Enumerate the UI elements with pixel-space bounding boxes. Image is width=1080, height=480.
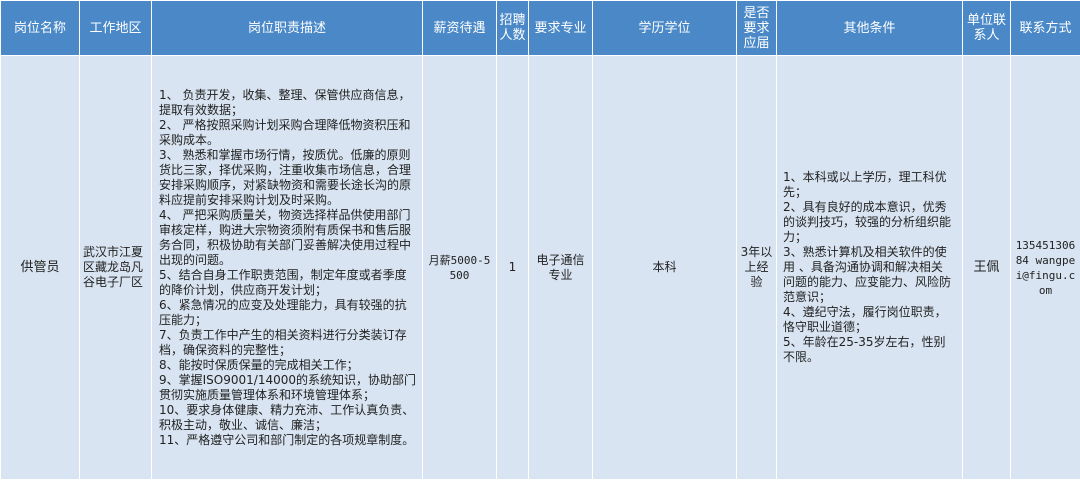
header-other: 其他条件	[776, 0, 963, 56]
header-education: 学历学位	[592, 0, 737, 56]
duty-item: 11、严格遵守公司和部门制定的各项规章制度。	[159, 432, 415, 447]
table-row: 供管员 武汉市江夏区藏龙岛凡谷电子厂区 1、 负责开发，收集、整理、保管供应商信…	[0, 55, 1080, 480]
header-major: 要求专业	[528, 0, 593, 56]
duty-item: 7、负责工作中产生的相关资料进行分类装订存档，确保资料的完整性；	[159, 327, 407, 357]
header-headcount: 招聘 人数	[496, 0, 529, 56]
header-contact-method: 联系方式	[1010, 0, 1080, 56]
condition-item: 3、熟悉计算机及相关软件的使用 、具备沟通协调和解决相关问题的能力、应变能力、风…	[783, 245, 952, 304]
job-table: 岗位名称 工作地区 岗位职责描述 薪资待遇 招聘 人数 要求专业 学历学位 是否…	[0, 0, 1080, 480]
major-cell: 电子通信专业	[528, 55, 593, 480]
salary-cell: 月薪5000-5500	[422, 55, 497, 480]
condition-item: 4、遵纪守法，履行岗位职责，恪守职业道德；	[783, 305, 947, 334]
contact-cell: 王佩	[962, 55, 1011, 480]
condition-item: 2、具有良好的成本意识，优秀的谈判技巧，较强的分析组织能力；	[783, 200, 952, 244]
duties-cell: 1、 负责开发，收集、整理、保管供应商信息，提取有效数据； 2、 严格按照采购计…	[151, 55, 423, 480]
duty-item: 5、结合自身工作职责范围，制定年度或者季度的降价计划，供应商开发计划；	[159, 267, 407, 297]
contact-method-cell: 13545130684 wangpei@fingu.com	[1010, 55, 1080, 480]
duty-item: 4、 严把采购质量关，物资选择样品供使用部门审核定样，购进大宗物资须附有质保书和…	[159, 207, 412, 267]
header-duties: 岗位职责描述	[151, 0, 423, 56]
header-contact: 单位联 系人	[962, 0, 1011, 56]
header-position: 岗位名称	[0, 0, 80, 56]
header-location: 工作地区	[79, 0, 152, 56]
duty-item: 6、紧急情况的应变及处理能力，具有较强的抗压能力；	[159, 297, 407, 327]
other-conditions-cell: 1、本科或以上学历，理工科优先； 2、具有良好的成本意识，优秀的谈判技巧，较强的…	[776, 55, 963, 480]
headcount-cell: 1	[496, 55, 529, 480]
header-salary: 薪资待遇	[422, 0, 497, 56]
condition-item: 1、本科或以上学历，理工科优先；	[783, 170, 947, 199]
duty-item: 2、 严格按照采购计划采购合理降低物资积压和采购成本。	[159, 117, 411, 147]
duty-item: 9、掌握ISO9001/14000的系统知识，协助部门贯彻实施质量管理体系和环境…	[159, 372, 416, 402]
duty-item: 8、能按时保质保量的完成相关工作；	[159, 357, 359, 372]
header-row: 岗位名称 工作地区 岗位职责描述 薪资待遇 招聘 人数 要求专业 学历学位 是否…	[0, 0, 1080, 56]
education-cell: 本科	[592, 55, 737, 480]
fresh-grad-cell: 3年以上经验	[736, 55, 777, 480]
location-cell: 武汉市江夏区藏龙岛凡谷电子厂区	[79, 55, 152, 480]
condition-item: 5、年龄在25-35岁左右，性别不限。	[783, 335, 946, 364]
header-fresh-grad: 是否 要求 应届	[736, 0, 777, 56]
position-cell: 供管员	[0, 55, 80, 480]
duty-item: 3、 熟悉和掌握市场行情，按质优。低廉的原则货比三家，择优采购，注重收集市场信息…	[159, 147, 412, 207]
duty-item: 1、 负责开发，收集、整理、保管供应商信息，提取有效数据；	[159, 87, 411, 117]
duty-item: 10、要求身体健康、精力充沛、工作认真负责、积极主动，敬业、诚信、廉洁；	[159, 402, 415, 432]
